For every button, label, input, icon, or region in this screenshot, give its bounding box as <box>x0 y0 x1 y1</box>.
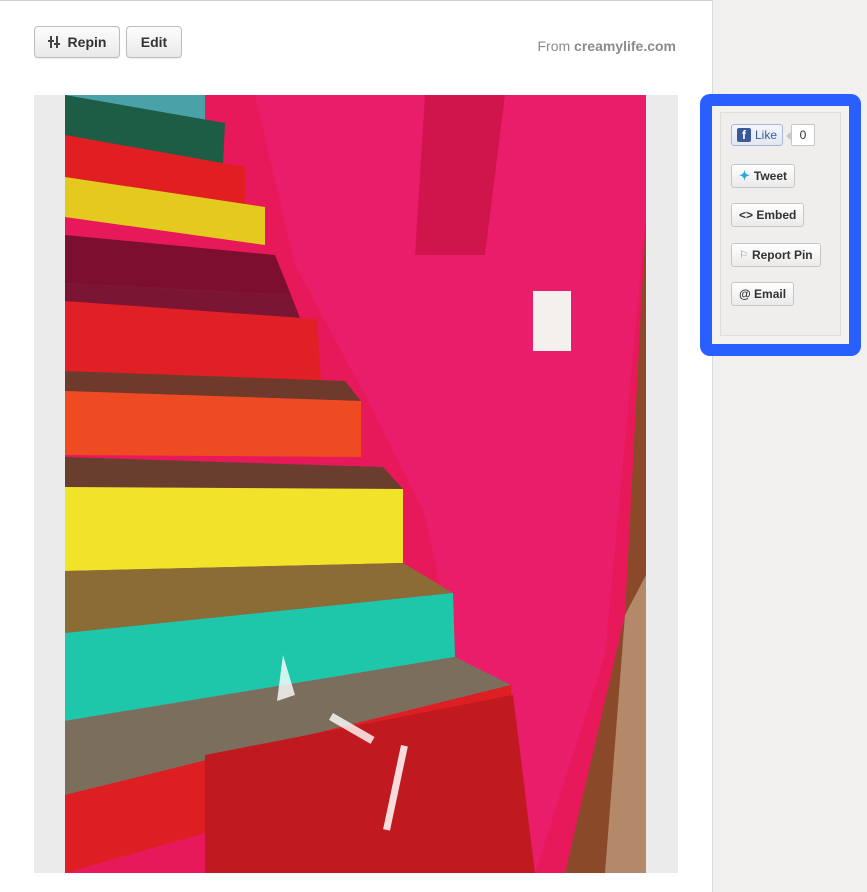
tweet-button[interactable]: ✦ Tweet <box>731 164 796 188</box>
pin-image[interactable] <box>65 95 646 873</box>
facebook-like-button[interactable]: f Like <box>731 124 784 146</box>
edit-label: Edit <box>140 34 168 50</box>
rainbow-staircase-photo <box>65 95 646 873</box>
tweet-label: Tweet <box>753 169 788 183</box>
share-panel-highlight: f Like 0 ✦ Tweet <> Embed ⚐ Report Pin @… <box>700 94 861 356</box>
twitter-bird-icon: ✦ <box>739 168 750 183</box>
pin-image-frame <box>34 95 678 873</box>
repin-icon <box>47 36 60 48</box>
facebook-icon: f <box>737 128 751 142</box>
flag-icon: ⚐ <box>739 249 748 261</box>
email-label: @ Email <box>739 287 787 301</box>
edit-button[interactable]: Edit <box>126 26 182 58</box>
embed-button[interactable]: <> Embed <box>731 203 805 227</box>
share-panel: f Like 0 ✦ Tweet <> Embed ⚐ Report Pin @… <box>720 112 841 336</box>
pin-closeup-card: Repin Edit From creamylife.com <box>0 0 712 892</box>
report-pin-button[interactable]: ⚐ Report Pin <box>731 243 821 267</box>
repin-button[interactable]: Repin <box>34 26 120 58</box>
like-count: 0 <box>786 124 815 146</box>
pin-source: From creamylife.com <box>537 38 676 54</box>
email-button[interactable]: @ Email <box>731 282 795 306</box>
repin-label: Repin <box>67 34 107 50</box>
source-prefix: From <box>537 38 571 54</box>
embed-label: <> Embed <box>739 208 797 222</box>
like-label: Like <box>755 128 778 142</box>
report-label: Report Pin <box>751 248 813 262</box>
source-domain-link[interactable]: creamylife.com <box>574 38 676 54</box>
